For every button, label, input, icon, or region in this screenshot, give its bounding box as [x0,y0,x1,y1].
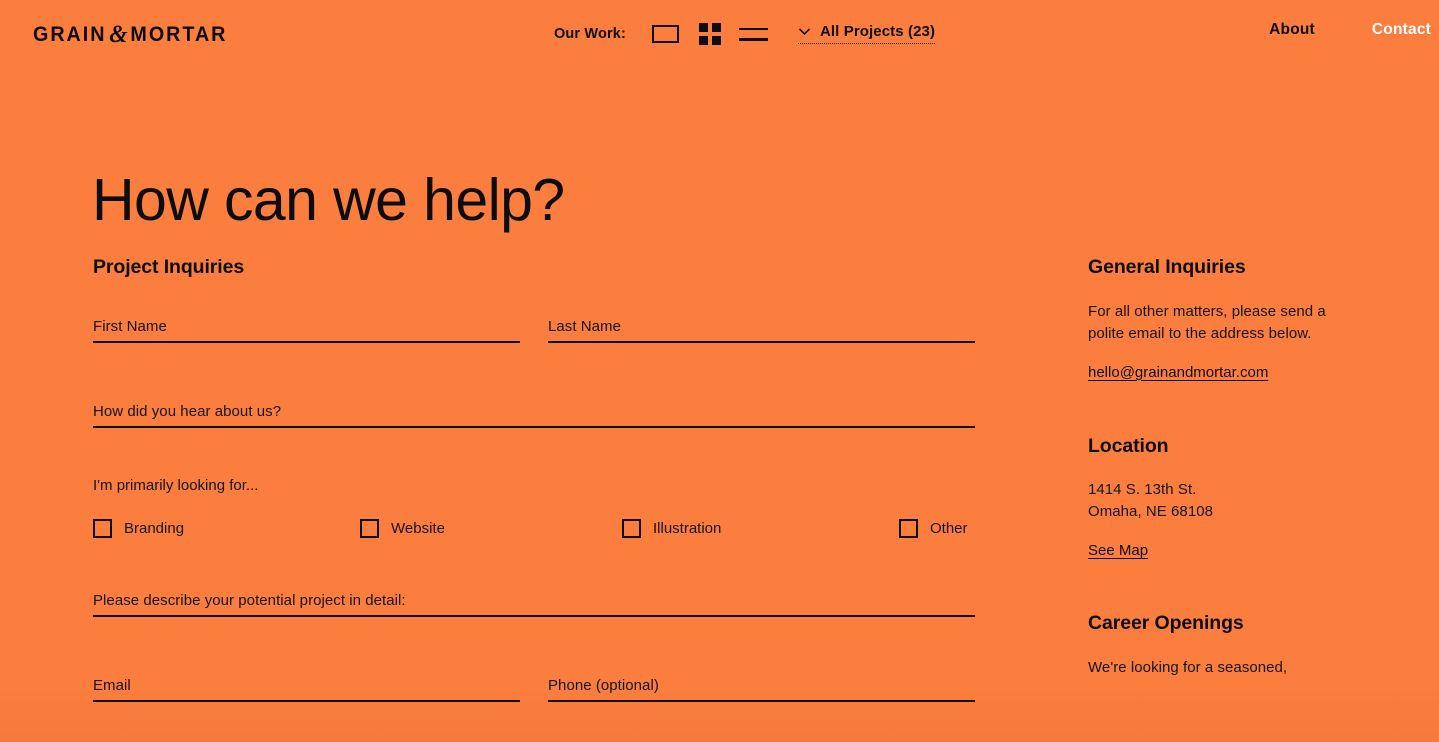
form-section-heading: Project Inquiries [93,256,245,278]
view-mode-single-button[interactable] [644,19,688,49]
project-inquiry-form: Project Inquiries First Name Last Name H… [93,256,975,702]
general-inquiries-heading: General Inquiries [1088,256,1246,278]
location-block: Location 1414 S. 13th St. Omaha, NE 6810… [1088,434,1388,561]
career-openings-heading: Career Openings [1088,612,1244,634]
checkbox-branding[interactable]: Branding [93,519,360,538]
location-heading: Location [1088,434,1169,457]
checkbox-other[interactable]: Other [899,519,968,538]
view-mode-grid-button[interactable] [688,19,732,49]
checkbox-label-illustration: Illustration [653,520,722,537]
checkbox-label-other: Other [930,520,968,537]
all-projects-dropdown[interactable]: All Projects (23) [797,23,936,44]
chevron-down-icon [798,28,811,36]
last-name-input[interactable] [548,308,975,341]
checkbox-label-website: Website [391,520,445,537]
page-title: How can we help? [92,166,565,233]
looking-for-options: Branding Website Illustration Other [93,519,975,538]
grid-2x2-icon [698,23,721,45]
see-map-link[interactable]: See Map [1088,543,1148,558]
first-name-input[interactable] [93,308,520,341]
last-name-field[interactable]: Last Name [548,308,975,343]
logo-text-part2: MORTAR [130,23,228,46]
first-name-field[interactable]: First Name [93,308,520,343]
nav-link-about[interactable]: About [1269,22,1315,38]
checkbox-box-icon[interactable] [360,519,379,538]
describe-field-row: Please describe your potential project i… [93,582,975,617]
describe-field[interactable]: Please describe your potential project i… [93,582,975,617]
checkbox-box-icon[interactable] [622,519,641,538]
career-openings-text: We're looking for a seasoned, [1088,658,1288,676]
logo-grain-and-mortar[interactable]: GRAIN & MORTAR [33,21,228,48]
checkbox-illustration[interactable]: Illustration [622,519,899,538]
how-heard-field-row: How did you hear about us? [93,393,975,428]
how-heard-field[interactable]: How did you hear about us? [93,393,975,428]
primary-nav: About Contact [1269,22,1439,38]
contact-sidebar: General Inquiries For all other matters,… [1088,256,1388,679]
location-address-line1: 1414 S. 13th St. [1088,481,1197,498]
our-work-label: Our Work: [554,25,626,42]
site-header: GRAIN & MORTAR Our Work: All Projects (23)… [0,0,1439,68]
looking-for-group: I'm primarily looking for... Branding We… [93,478,975,538]
logo-text-part1: GRAIN [33,23,107,46]
name-field-row: First Name Last Name [93,308,975,343]
how-heard-input[interactable] [93,393,975,426]
career-openings-block: Career Openings We're looking for a seas… [1088,612,1388,679]
contact-field-row: Email Phone (optional) [93,667,975,702]
general-inquiries-email-link[interactable]: hello@grainandmortar.com [1088,365,1268,380]
email-input[interactable] [93,667,520,700]
rectangle-outline-icon [652,25,680,43]
list-lines-icon [739,27,769,41]
logo-ampersand: & [109,21,128,48]
our-work-nav: Our Work: All Projects (23) [554,18,936,50]
describe-input[interactable] [93,582,975,615]
general-inquiries-block: General Inquiries For all other matters,… [1088,256,1388,382]
checkbox-label-branding: Branding [124,520,185,537]
checkbox-website[interactable]: Website [360,519,622,538]
general-inquiries-text: For all other matters, please send a pol… [1088,302,1326,342]
phone-field[interactable]: Phone (optional) [548,667,975,702]
all-projects-label: All Projects (23) [819,23,936,40]
looking-for-prompt: I'm primarily looking for... [93,477,259,494]
email-field[interactable]: Email [93,667,520,702]
view-mode-switcher [644,19,776,49]
view-mode-list-button[interactable] [732,19,776,49]
nav-link-contact[interactable]: Contact [1372,22,1431,38]
checkbox-box-icon[interactable] [899,519,918,538]
checkbox-box-icon[interactable] [93,519,112,538]
phone-input[interactable] [548,667,975,700]
location-address-line2: Omaha, NE 68108 [1088,503,1213,520]
